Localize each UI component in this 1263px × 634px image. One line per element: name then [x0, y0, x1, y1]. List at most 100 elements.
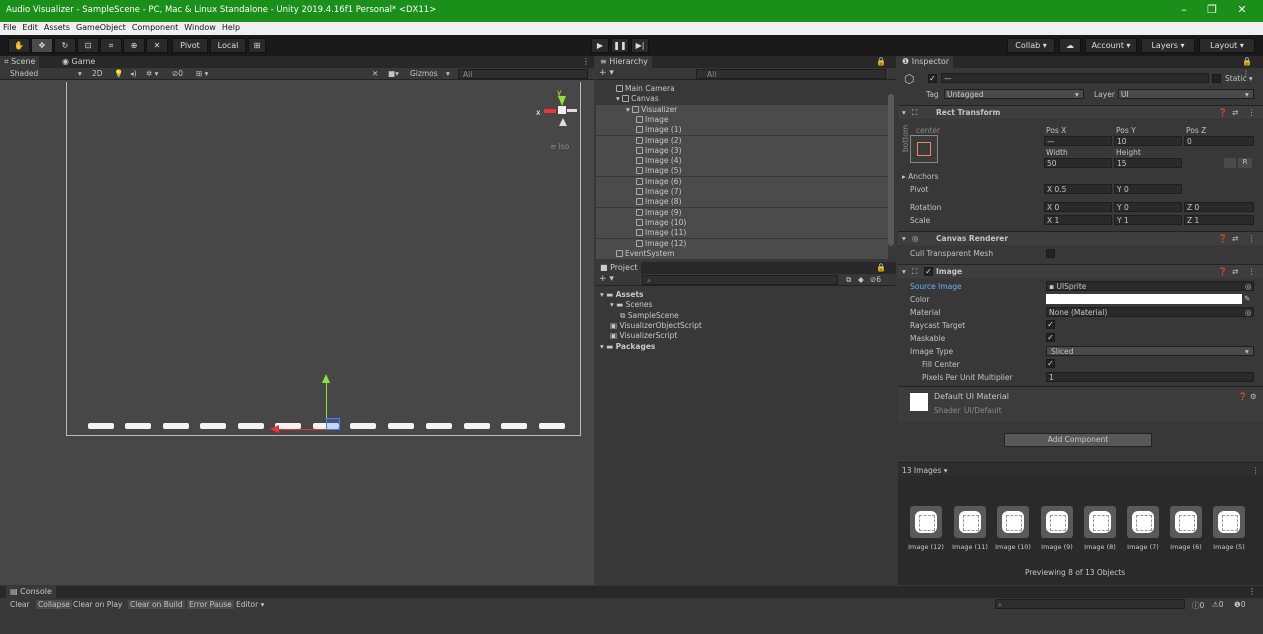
- scene-menu-icon[interactable]: ⋮: [578, 56, 594, 68]
- visualizer-bar[interactable]: [464, 423, 490, 429]
- posz-input[interactable]: 0: [1184, 136, 1254, 146]
- close-button[interactable]: ✕: [1232, 3, 1252, 16]
- 2d-toggle[interactable]: 2D: [92, 69, 103, 78]
- preview-thumb[interactable]: [1084, 506, 1116, 538]
- gizmo-z-arrow-icon[interactable]: [567, 109, 577, 112]
- height-input[interactable]: 15: [1114, 158, 1182, 168]
- hierarchy-item[interactable]: Image (9): [596, 207, 888, 218]
- hierarchy-item[interactable]: Image: [596, 114, 888, 125]
- gizmo-y-arrow-icon[interactable]: [558, 96, 566, 106]
- rotate-tool-icon[interactable]: ↻: [54, 38, 76, 53]
- color-swatch[interactable]: [1046, 294, 1242, 304]
- preview-header[interactable]: 13 Images ▾ ⋮: [898, 462, 1263, 476]
- hidden-objects-icon[interactable]: ⊘0: [172, 69, 183, 78]
- lighting-icon[interactable]: 💡: [114, 69, 123, 78]
- preview-thumb[interactable]: [954, 506, 986, 538]
- visualizer-bar[interactable]: [125, 423, 151, 429]
- pivot-toggle[interactable]: Pivot: [172, 38, 208, 53]
- material-picker-icon[interactable]: ◎: [1245, 308, 1252, 317]
- menu-gameobject[interactable]: GameObject: [73, 22, 129, 32]
- component-settings-icon[interactable]: ⇄: [1232, 108, 1238, 117]
- hierarchy-item[interactable]: Image (10): [596, 217, 888, 228]
- rect-tool-icon[interactable]: ⌗: [100, 38, 122, 53]
- error-count-toggle[interactable]: ❶0: [1234, 600, 1246, 609]
- pivot-x-input[interactable]: X 0.5: [1044, 184, 1112, 194]
- object-name-input[interactable]: —: [941, 73, 1209, 83]
- raw-edit-button[interactable]: R: [1238, 158, 1252, 168]
- transform-tool-icon[interactable]: ⊕: [123, 38, 145, 53]
- component-menu-icon[interactable]: ⋮: [1248, 108, 1256, 117]
- console-error-pause-button[interactable]: Error Pause: [187, 600, 234, 609]
- cloud-icon[interactable]: ☁: [1059, 38, 1081, 53]
- hierarchy-item[interactable]: Image (3): [596, 145, 888, 156]
- warning-count-toggle[interactable]: ⚠0: [1212, 600, 1224, 609]
- scale-z-input[interactable]: Z 1: [1184, 215, 1254, 225]
- gizmo-x-arrow-icon[interactable]: [544, 109, 556, 113]
- move-gizmo-y-arrow-icon[interactable]: [322, 374, 330, 383]
- posx-input[interactable]: —: [1044, 136, 1112, 146]
- scene-search-input[interactable]: All: [458, 69, 588, 79]
- component-settings-icon[interactable]: ⇄: [1232, 234, 1238, 243]
- rotation-x-input[interactable]: X 0: [1044, 202, 1112, 212]
- component-help-icon[interactable]: ❓: [1218, 267, 1227, 276]
- project-add-button[interactable]: + ▾: [599, 274, 614, 284]
- move-tool-icon[interactable]: ✥: [31, 38, 53, 53]
- hierarchy-item[interactable]: Main Camera: [596, 84, 888, 94]
- menu-assets[interactable]: Assets: [41, 22, 73, 32]
- iso-label[interactable]: ≡ Iso: [550, 142, 569, 151]
- move-gizmo-x-arrow-icon[interactable]: [270, 425, 279, 433]
- shading-dropdown[interactable]: Shaded: [10, 69, 38, 78]
- project-item[interactable]: ▾ ▬ Packages: [596, 342, 888, 352]
- account-dropdown[interactable]: Account ▾: [1085, 38, 1137, 53]
- anchors-foldout[interactable]: ▸ Anchors: [902, 172, 939, 181]
- raycast-checkbox[interactable]: ✓: [1046, 320, 1055, 329]
- console-search-input[interactable]: ⌕: [995, 599, 1185, 609]
- hierarchy-search-input[interactable]: All: [696, 69, 886, 79]
- tab-inspector[interactable]: ❶ Inspector: [898, 56, 954, 68]
- visualizer-bar[interactable]: [200, 423, 226, 429]
- menu-edit[interactable]: Edit: [19, 22, 41, 32]
- hierarchy-item[interactable]: Image (12): [596, 238, 888, 249]
- project-item[interactable]: ▾ ▬ Assets: [596, 290, 888, 300]
- hierarchy-item[interactable]: Image (1): [596, 125, 888, 136]
- layer-dropdown[interactable]: UI ▾: [1118, 89, 1254, 99]
- minimize-button[interactable]: –: [1174, 3, 1194, 16]
- shading-arrow-icon[interactable]: ▾: [78, 69, 82, 78]
- rect-transform-header[interactable]: ▾ ⛶ Rect Transform ❓ ⇄ ⋮: [898, 105, 1263, 119]
- project-item[interactable]: ▣ VisualizerObjectScript: [596, 321, 888, 331]
- menu-file[interactable]: File: [0, 22, 19, 32]
- visualizer-bar[interactable]: [88, 423, 114, 429]
- hierarchy-add-button[interactable]: + ▾: [599, 68, 614, 78]
- material-gear-icon[interactable]: ⚙: [1250, 392, 1257, 401]
- component-help-icon[interactable]: ❓: [1218, 108, 1227, 117]
- visualizer-bar[interactable]: [539, 423, 565, 429]
- object-picker-icon[interactable]: ◎: [1245, 282, 1252, 291]
- collab-button[interactable]: Collab ▾: [1007, 38, 1055, 53]
- move-gizmo-plane-icon[interactable]: [326, 418, 340, 430]
- posy-input[interactable]: 10: [1114, 136, 1182, 146]
- hierarchy-item[interactable]: Image (8): [596, 197, 888, 208]
- rotation-y-input[interactable]: Y 0: [1114, 202, 1182, 212]
- tab-game[interactable]: ◉ Game: [58, 56, 99, 68]
- maskable-checkbox[interactable]: ✓: [1046, 333, 1055, 342]
- custom-tool-icon[interactable]: ✕: [146, 38, 168, 53]
- hierarchy-item[interactable]: Image (2): [596, 135, 888, 146]
- info-count-toggle[interactable]: ⓘ0: [1192, 600, 1204, 611]
- visualizer-bar[interactable]: [350, 423, 376, 429]
- visualizer-bar[interactable]: [388, 423, 414, 429]
- console-clear-button[interactable]: Clear: [10, 600, 30, 609]
- tab-project[interactable]: ■ Project: [596, 262, 642, 274]
- add-component-button[interactable]: Add Component: [1004, 433, 1152, 447]
- tab-console[interactable]: ▤ Console: [6, 586, 56, 598]
- tag-dropdown[interactable]: Untagged ▾: [944, 89, 1084, 99]
- hierarchy-lock-icon[interactable]: 🔒⋮: [872, 56, 896, 78]
- visualizer-bar[interactable]: [163, 423, 189, 429]
- eyedropper-icon[interactable]: ✎: [1244, 294, 1250, 303]
- hierarchy-item[interactable]: ▾ Canvas: [596, 94, 888, 104]
- anchor-presets-button[interactable]: [910, 135, 938, 163]
- active-checkbox[interactable]: ✓: [928, 74, 937, 83]
- menu-window[interactable]: Window: [181, 22, 219, 32]
- tab-scene[interactable]: ⌗ Scene: [0, 56, 40, 68]
- gizmos-dropdown[interactable]: Gizmos: [410, 69, 438, 78]
- project-lock-icon[interactable]: 🔒⋮: [872, 262, 896, 284]
